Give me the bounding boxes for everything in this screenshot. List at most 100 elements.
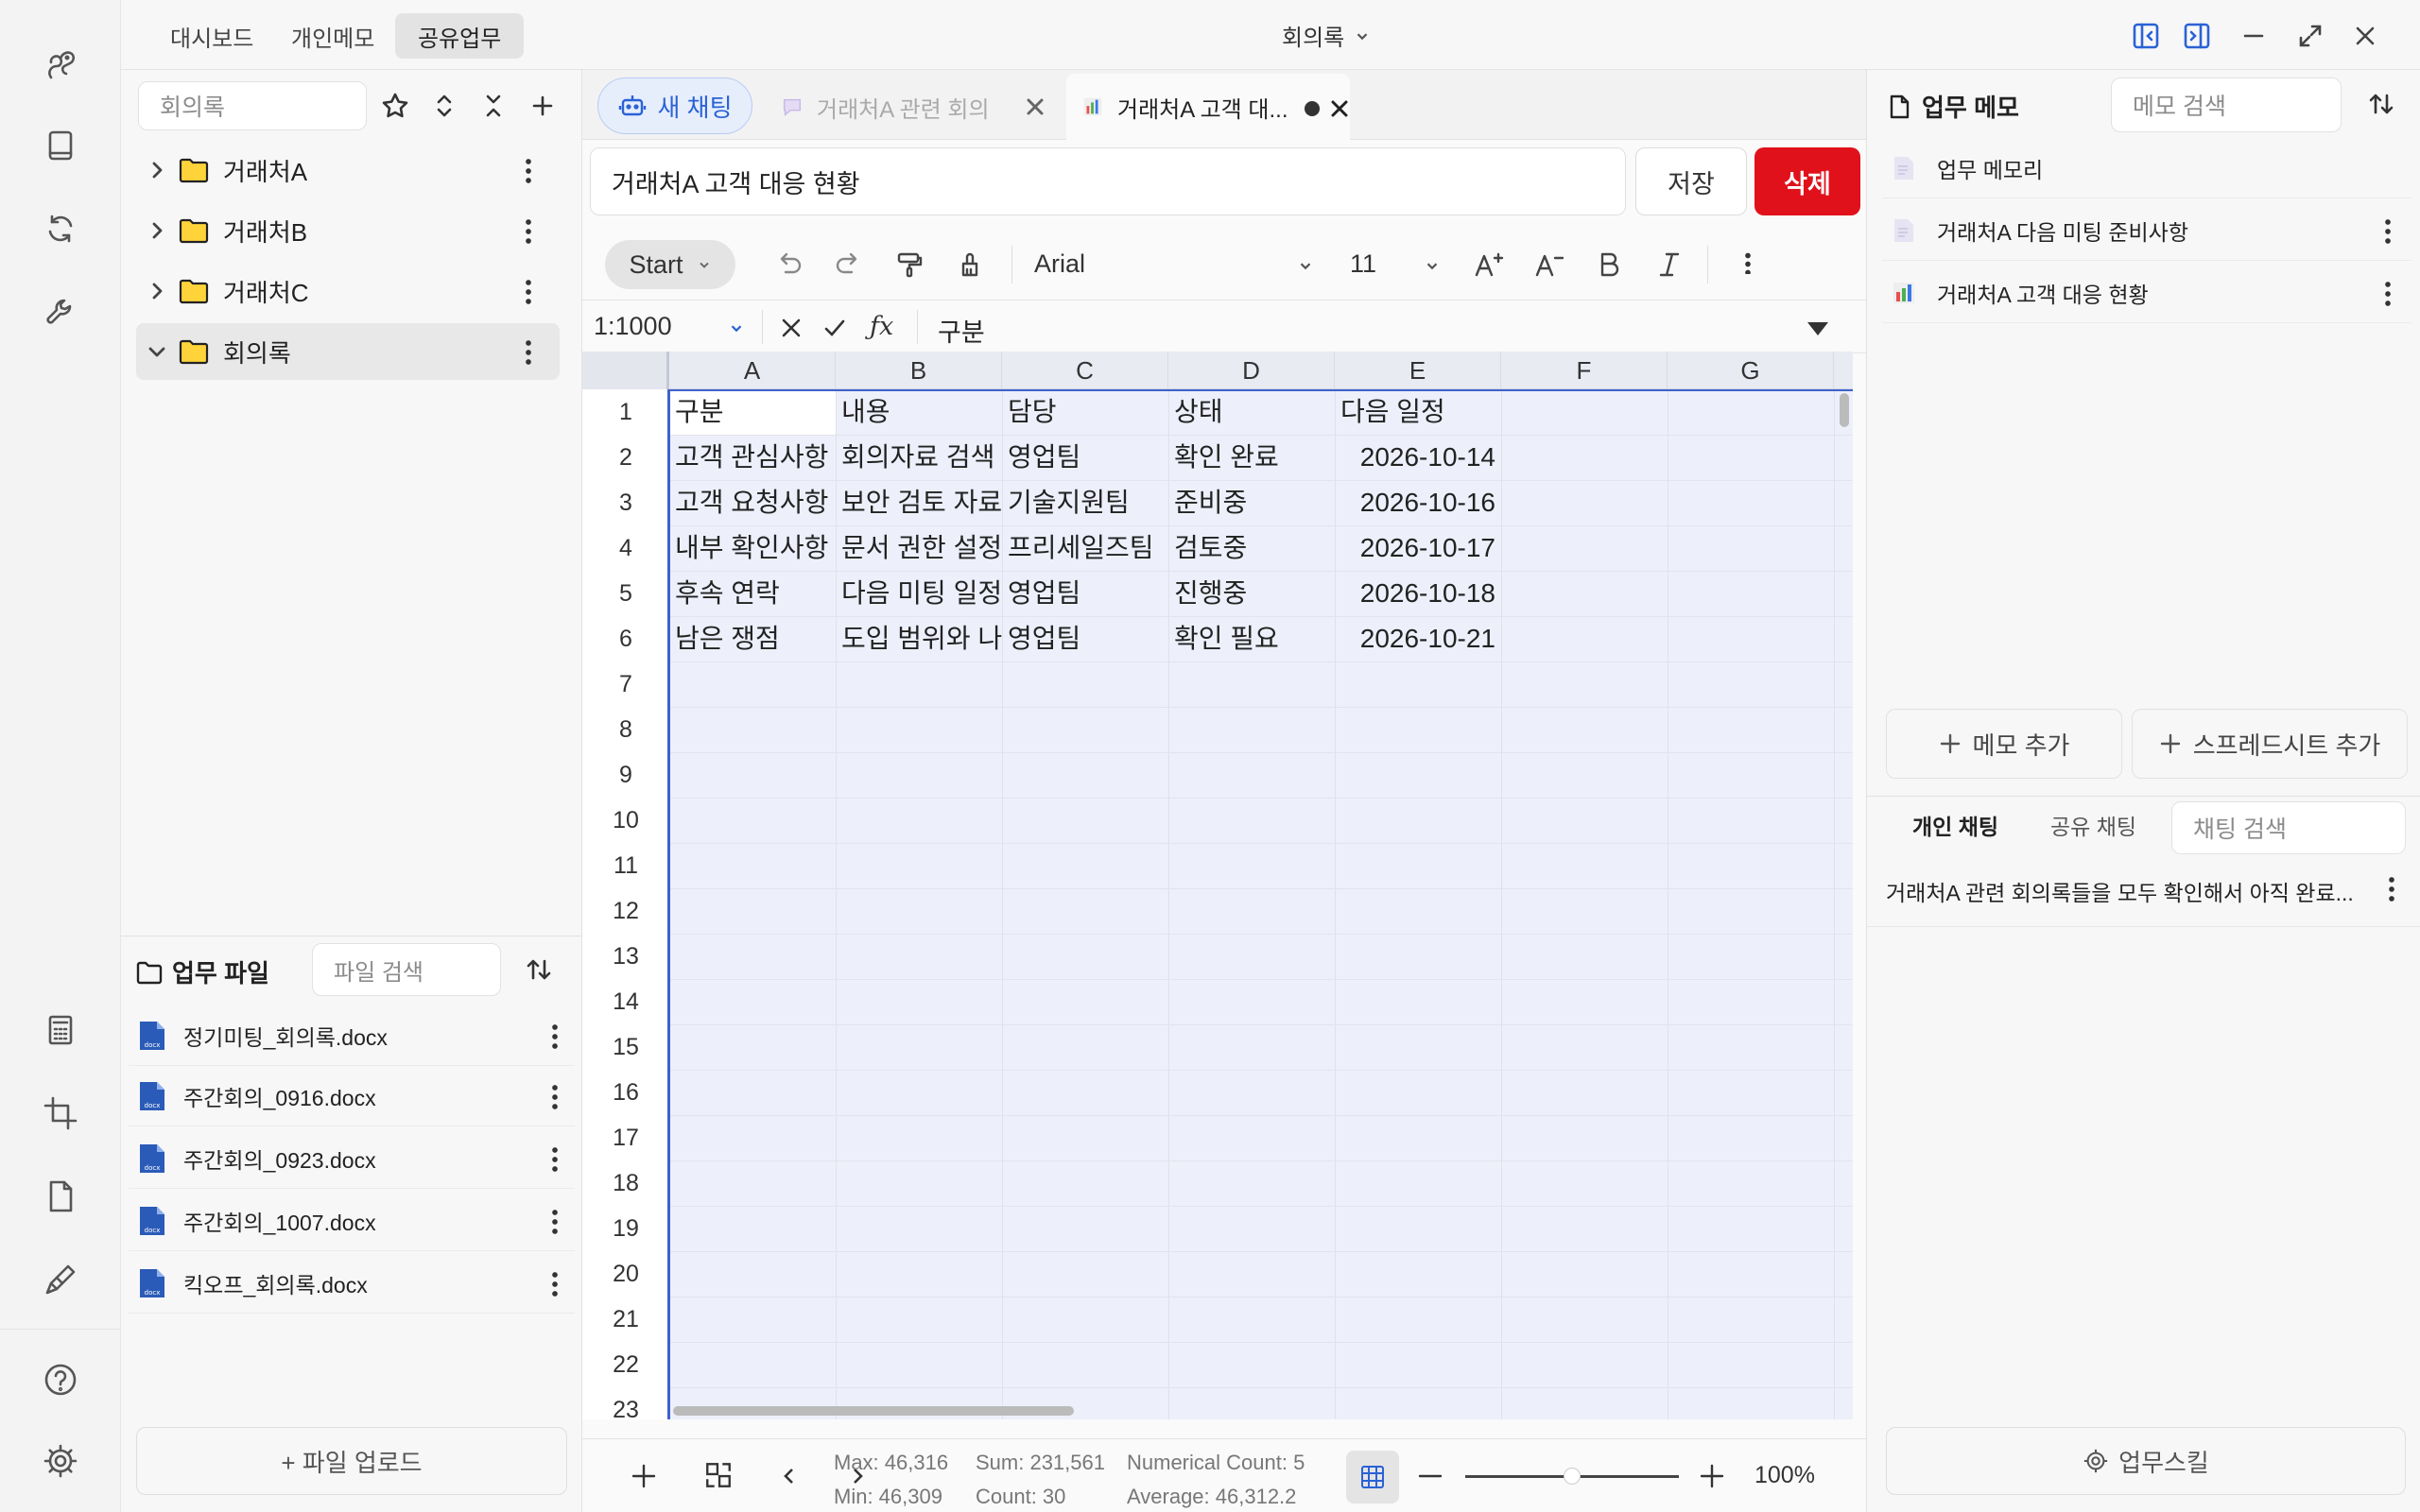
row-header[interactable]: 14: [582, 979, 669, 1024]
cell[interactable]: 내부 확인사항: [675, 525, 836, 571]
save-button[interactable]: 저장: [1635, 147, 1747, 215]
file-item[interactable]: docx 주간회의_1007.docx: [129, 1191, 575, 1251]
row-header[interactable]: 8: [582, 707, 669, 752]
horizontal-scrollbar-thumb[interactable]: [673, 1406, 1074, 1416]
folder-item-client-a[interactable]: 거래처A: [136, 142, 560, 198]
maximize-icon[interactable]: [2291, 17, 2329, 55]
chevron-down-icon[interactable]: [728, 319, 745, 336]
start-menu-button[interactable]: Start: [605, 240, 735, 289]
cell[interactable]: 검토중: [1174, 525, 1335, 571]
row-header[interactable]: 9: [582, 752, 669, 798]
cell[interactable]: 내용: [841, 389, 1002, 435]
more-tools-icon[interactable]: [1734, 244, 1762, 282]
row-header[interactable]: 21: [582, 1297, 669, 1342]
help-icon[interactable]: [34, 1353, 87, 1406]
confirm-edit-icon[interactable]: [822, 316, 847, 340]
add-memo-button[interactable]: 메모 추가: [1886, 709, 2122, 779]
cell[interactable]: 문서 권한 설정: [841, 525, 1002, 571]
delete-button[interactable]: 삭제: [1754, 147, 1860, 215]
tab-sheet-client-a-status[interactable]: 거래처A 고객 대...: [1066, 74, 1350, 140]
row-header[interactable]: 6: [582, 616, 669, 662]
tab-personal-chat[interactable]: 개인 채팅: [1912, 809, 1998, 841]
cell[interactable]: 도입 범위와 나: [841, 616, 1002, 662]
cell[interactable]: 2026-10-16: [1340, 480, 1495, 525]
font-size-select[interactable]: 11: [1350, 249, 1376, 279]
row-header[interactable]: 20: [582, 1251, 669, 1297]
chevron-right-icon[interactable]: [136, 281, 178, 301]
formula-input[interactable]: 구분: [938, 312, 985, 349]
zoom-out-icon[interactable]: [1416, 1462, 1444, 1490]
close-tab-icon[interactable]: [1329, 98, 1350, 119]
bold-icon[interactable]: [1586, 242, 1632, 287]
tab-shared-chat[interactable]: 공유 채팅: [2050, 809, 2136, 841]
cell[interactable]: 담당: [1008, 389, 1168, 435]
new-chat-button[interactable]: 새 채팅: [597, 77, 752, 134]
collapse-right-panel-icon[interactable]: [2178, 17, 2216, 55]
cell[interactable]: 후속 연락: [675, 571, 836, 616]
name-box[interactable]: 1:1000: [594, 312, 672, 341]
book-icon[interactable]: [34, 119, 87, 172]
more-options-icon[interactable]: [541, 1140, 569, 1177]
row-header[interactable]: 2: [582, 435, 669, 480]
upload-file-button[interactable]: + 파일 업로드: [136, 1427, 567, 1495]
more-options-icon[interactable]: [541, 1017, 569, 1055]
row-header[interactable]: 3: [582, 480, 669, 525]
column-header[interactable]: D: [1168, 352, 1335, 389]
column-header[interactable]: A: [669, 352, 836, 389]
more-options-icon[interactable]: [514, 333, 543, 370]
row-header[interactable]: 19: [582, 1206, 669, 1251]
row-header[interactable]: 11: [582, 843, 669, 888]
sheet-list-icon[interactable]: [703, 1460, 734, 1490]
cell[interactable]: 다음 일정: [1340, 389, 1501, 435]
memo-item[interactable]: 업무 메모리: [1882, 138, 2411, 198]
cell[interactable]: 상태: [1174, 389, 1335, 435]
cell[interactable]: 보안 검토 자료: [841, 480, 1002, 525]
cell[interactable]: 2026-10-17: [1340, 525, 1495, 571]
collapse-left-panel-icon[interactable]: [2127, 17, 2165, 55]
minimize-icon[interactable]: [2235, 17, 2273, 55]
close-tab-icon[interactable]: [1025, 96, 1046, 117]
wrench-icon[interactable]: [34, 285, 87, 338]
decrease-font-icon[interactable]: [1526, 242, 1571, 287]
more-options-icon[interactable]: [541, 1202, 569, 1240]
cell[interactable]: 확인 완료: [1174, 435, 1335, 480]
cell[interactable]: 진행중: [1174, 571, 1335, 616]
collapse-all-icon[interactable]: [473, 85, 514, 127]
row-header[interactable]: 5: [582, 571, 669, 616]
caret-down-icon[interactable]: [1806, 319, 1830, 338]
cell[interactable]: 2026-10-18: [1340, 571, 1495, 616]
sort-icon[interactable]: [2360, 83, 2402, 125]
expand-all-icon[interactable]: [424, 85, 465, 127]
settings-icon[interactable]: [34, 1435, 87, 1487]
column-header[interactable]: E: [1335, 352, 1501, 389]
tab-personal-memo[interactable]: 개인메모: [268, 13, 397, 59]
add-sheet-icon[interactable]: [630, 1462, 658, 1490]
row-header[interactable]: 15: [582, 1024, 669, 1070]
cell[interactable]: 회의자료 검색: [841, 435, 1002, 480]
tab-shared-work[interactable]: 공유업무: [395, 13, 525, 59]
more-options-icon[interactable]: [514, 272, 543, 310]
column-header[interactable]: C: [1002, 352, 1168, 389]
column-header[interactable]: F: [1501, 352, 1668, 389]
calculator-icon[interactable]: [34, 1004, 87, 1057]
spreadsheet-grid[interactable]: A B C D E F G 1 2 3 4 5 6 7 8 9 10 11 12 13 14 15 16 17 18 19 20 21…: [582, 352, 1853, 1419]
chevron-down-icon[interactable]: [1297, 257, 1314, 274]
row-header[interactable]: 7: [582, 662, 669, 707]
cell[interactable]: 남은 쟁점: [675, 616, 836, 662]
more-options-icon[interactable]: [514, 151, 543, 189]
folder-item-meeting-notes[interactable]: 회의록: [136, 323, 560, 380]
cell[interactable]: 확인 필요: [1174, 616, 1335, 662]
zoom-slider-handle[interactable]: [1564, 1468, 1581, 1485]
file-item[interactable]: docx 주간회의_0923.docx: [129, 1128, 575, 1189]
chevron-down-icon[interactable]: [1424, 257, 1441, 274]
chat-search-input[interactable]: 채팅 검색: [2171, 801, 2406, 854]
cell[interactable]: 프리세일즈팀: [1008, 525, 1168, 571]
row-header[interactable]: 13: [582, 934, 669, 979]
more-options-icon[interactable]: [541, 1077, 569, 1115]
row-header[interactable]: 18: [582, 1160, 669, 1206]
cell[interactable]: 2026-10-21: [1340, 616, 1495, 662]
document-icon[interactable]: [34, 1170, 87, 1223]
font-family-select[interactable]: Arial: [1034, 249, 1085, 279]
redo-icon[interactable]: [826, 242, 872, 287]
format-painter-icon[interactable]: [887, 242, 932, 287]
